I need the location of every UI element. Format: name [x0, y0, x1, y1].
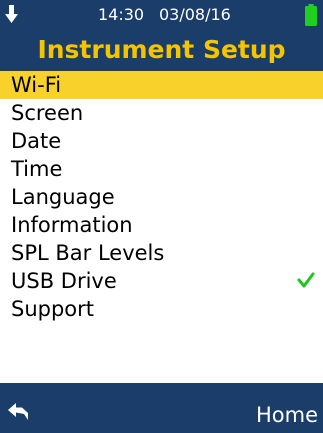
menu-item-label: USB Drive [11, 269, 117, 293]
download-arrow-icon [5, 5, 18, 23]
menu-item-label: Support [11, 297, 95, 321]
setup-menu: Wi-Fi Screen Date Time Language Informat… [0, 71, 323, 323]
header: 14:30 03/08/16 Instrument Setup [0, 0, 323, 71]
menu-item-label: Time [11, 157, 63, 181]
menu-item-wifi[interactable]: Wi-Fi [0, 71, 323, 99]
checkmark-icon [297, 272, 315, 288]
page-title: Instrument Setup [37, 35, 286, 64]
status-date: 03/08/16 [159, 5, 231, 24]
menu-item-date[interactable]: Date [0, 127, 323, 155]
menu-item-label: Language [11, 185, 115, 209]
footer-bar: Home [0, 383, 323, 433]
menu-item-label: SPL Bar Levels [11, 241, 165, 265]
menu-item-screen[interactable]: Screen [0, 99, 323, 127]
home-button[interactable]: Home [256, 402, 318, 428]
menu-item-label: Screen [11, 101, 84, 125]
back-arrow-icon[interactable] [8, 403, 30, 421]
menu-item-spl-bar-levels[interactable]: SPL Bar Levels [0, 239, 323, 267]
menu-item-label: Wi-Fi [11, 73, 62, 97]
menu-item-usb-drive[interactable]: USB Drive [0, 267, 323, 295]
instrument-setup-screen: 14:30 03/08/16 Instrument Setup Wi-Fi Sc… [0, 0, 323, 433]
battery-icon [305, 4, 317, 26]
menu-item-language[interactable]: Language [0, 183, 323, 211]
menu-item-information[interactable]: Information [0, 211, 323, 239]
menu-item-label: Information [11, 213, 133, 237]
status-bar: 14:30 03/08/16 [0, 0, 323, 30]
menu-item-time[interactable]: Time [0, 155, 323, 183]
menu-item-support[interactable]: Support [0, 295, 323, 323]
status-time: 14:30 [98, 5, 145, 24]
menu-item-label: Date [11, 129, 62, 153]
